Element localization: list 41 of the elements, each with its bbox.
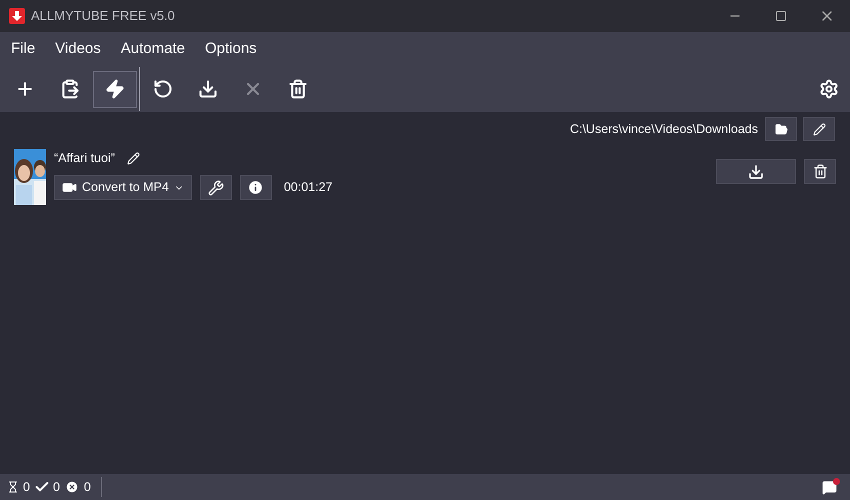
trash-icon xyxy=(288,79,308,99)
download-icon xyxy=(748,164,764,180)
edit-title-icon[interactable] xyxy=(126,152,140,164)
edit-path-button[interactable] xyxy=(803,117,835,141)
messages-button[interactable] xyxy=(820,478,838,496)
menu-item[interactable]: Automate xyxy=(112,38,193,60)
refresh-icon xyxy=(153,79,173,99)
format-label: Convert to MP4 xyxy=(82,179,169,196)
pencil-icon xyxy=(812,122,826,136)
paste-icon xyxy=(60,79,80,99)
turbo-button[interactable] xyxy=(93,70,137,108)
video-duration: 00:01:27 xyxy=(284,179,333,196)
lightning-icon xyxy=(105,79,125,99)
error-icon xyxy=(64,480,79,494)
plus-icon xyxy=(15,79,35,99)
failed-count: 0 xyxy=(84,478,91,496)
tools-button[interactable] xyxy=(200,175,232,200)
menu-item[interactable]: Videos xyxy=(47,38,109,60)
wrench-icon xyxy=(208,180,224,196)
video-camera-icon xyxy=(62,180,77,195)
waiting-count: 0 xyxy=(23,478,30,496)
delete-button[interactable] xyxy=(804,159,836,184)
maximize-icon xyxy=(775,10,787,22)
folder-icon xyxy=(774,122,788,136)
menu-item[interactable]: Options xyxy=(196,38,265,60)
download-icon xyxy=(198,79,218,99)
video-title: “Affari tuoi” xyxy=(54,150,115,167)
format-dropdown[interactable]: Convert to MP4 xyxy=(54,175,192,200)
download-button[interactable] xyxy=(716,159,796,184)
open-folder-button[interactable] xyxy=(765,117,797,141)
done-count: 0 xyxy=(52,478,60,496)
info-icon xyxy=(247,179,264,196)
trash-icon xyxy=(812,164,828,179)
menu-item[interactable]: File xyxy=(3,38,44,60)
hourglass-icon xyxy=(7,481,19,493)
info-button[interactable] xyxy=(240,175,272,200)
output-path: C:\Users\vince\Videos\Downloads xyxy=(570,120,758,138)
app-logo-icon xyxy=(9,8,25,24)
chat-icon xyxy=(822,480,836,494)
settings-icon xyxy=(819,79,839,99)
window-title: ALLMYTUBE FREE v5.0 xyxy=(31,7,175,26)
